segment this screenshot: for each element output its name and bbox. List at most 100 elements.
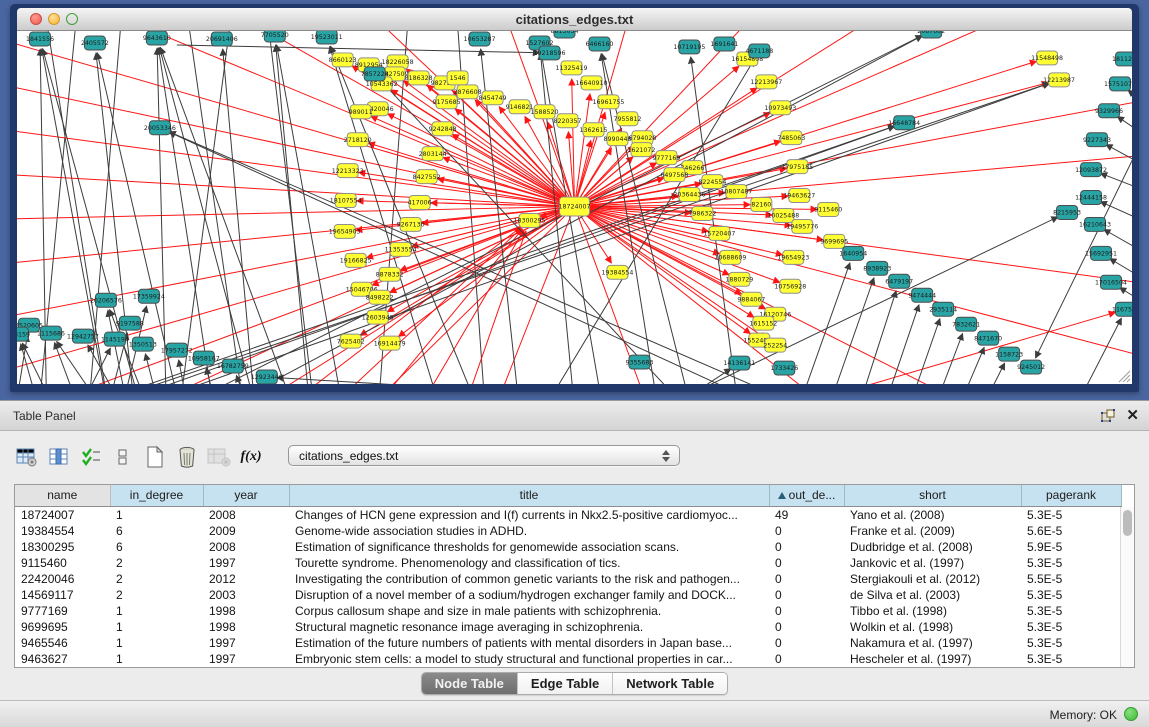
graph-node-label: 9355683 [625,359,653,366]
graph-node-label: 10653287 [464,36,496,43]
graph-node-label: 12213967 [750,79,782,86]
graph-node-label: 1158723 [995,351,1023,358]
table-row[interactable]: 946554611997Estimation of the future num… [15,635,1121,651]
graph-node-label: 8878332 [376,272,404,279]
graph-node-label: 9777169 [652,155,680,162]
graph-node-label: 10025488 [767,213,799,220]
graph-node-label: 20364436 [673,192,705,199]
graph-node-label: 1167530 [1112,306,1132,313]
new-table-button[interactable] [142,445,168,469]
table-row[interactable]: 969969511998Structural magnetic resonanc… [15,619,1121,635]
graph-node-label: 989011 [349,109,373,116]
table-panel-title: Table Panel [13,409,76,423]
scrollbar-thumb[interactable] [1123,510,1132,536]
table-selector-value: citations_edges.txt [289,449,657,463]
graph-node-label: 9884067 [737,296,765,303]
table-row[interactable]: 946362711997Embryonic stem cells: a mode… [15,651,1121,667]
graph-node-label: 2803144 [419,151,447,158]
graph-edge [187,31,247,384]
close-panel-icon[interactable]: ✕ [1126,406,1139,424]
table-row[interactable]: 911546021997Tourette syndrome. Phenomeno… [15,555,1121,571]
graph-node-label: 7857224 [361,71,389,78]
graph-node-label: 12213987 [1043,77,1075,84]
column-header-short[interactable]: short [844,485,1021,506]
tab-network-table[interactable]: Network Table [613,673,727,694]
graph-edge [575,207,1133,371]
graph-edge [1064,318,1121,384]
graph-node-label: 11353554 [385,247,417,254]
graph-edge [277,378,617,384]
column-header-year[interactable]: year [203,485,289,506]
graph-node-label: 19384554 [601,270,633,277]
network-view[interactable]: 1872400786601238912954182260589827509818… [17,31,1132,384]
resize-grip[interactable] [1119,371,1130,382]
table-settings-button[interactable] [14,445,40,469]
sort-ascending-icon [778,492,786,499]
graph-edge [407,230,524,384]
select-columns-button[interactable] [46,445,72,469]
node-table-scrollpane: name in_degree year title out_de... shor… [14,484,1135,668]
function-builder-button[interactable]: f(x) [238,445,264,469]
column-header-pagerank[interactable]: pagerank [1021,485,1121,506]
table-row[interactable]: 1456911722003Disruption of a novel membe… [15,587,1121,603]
graph-edge [197,31,575,207]
float-window-icon[interactable] [1101,409,1115,423]
graph-node-label: 82160 [751,202,771,209]
graph-node-label: 1841556 [26,36,54,43]
graph-node-label: 8224554 [698,179,726,186]
graph-edge [831,278,874,384]
graph-edge [217,207,575,384]
table-row[interactable]: 1938455462009Genome-wide association stu… [15,523,1121,539]
tab-edge-table[interactable]: Edge Table [518,673,613,694]
graph-node-label: 11325419 [556,65,588,72]
graph-node-label: 18300295 [514,218,546,225]
table-row[interactable]: 1872400712008Changes of HCN gene express… [15,506,1121,523]
graph-node-label: 16961755 [593,99,625,106]
graph-edge [532,59,755,384]
select-functions-button[interactable] [78,445,104,469]
graph-node-label: 15751074 [1104,81,1132,88]
graph-edge [1128,90,1132,128]
graph-node-label: 19654903 [329,229,361,236]
graph-node-label: 1691641 [710,41,738,48]
tab-node-table[interactable]: Node Table [422,673,518,694]
graph-node-label: 17359924 [133,293,165,300]
table-row[interactable]: 1830029562008Estimation of significance … [15,539,1121,555]
graph-node-label: 10807487 [720,189,752,196]
vertical-scrollbar[interactable] [1120,507,1134,667]
row-height-button[interactable] [110,445,136,469]
graph-node-label: 18107554 [330,198,362,205]
graph-node-label: 7955812 [613,116,641,123]
graph-node-label: 7832621 [952,321,980,328]
graph-node-label: 20206576 [90,297,122,304]
graph-node-label: 20691406 [206,36,238,43]
graph-node-label: 1733426 [770,365,798,372]
graph-node-label: 16782759 [217,363,249,370]
column-header-out-degree[interactable]: out_de... [769,485,844,506]
graph-edge [57,31,575,207]
graph-node-label: 1880729 [725,276,753,283]
graph-node-label: 6479197 [885,278,913,285]
column-header-in-degree[interactable]: in_degree [110,485,203,506]
graph-node-label: 10958167 [188,355,220,362]
delete-column-button-disabled [206,445,232,469]
table-row[interactable]: 2242004622012Investigating the contribut… [15,571,1121,587]
table-selector-dropdown[interactable]: citations_edges.txt [288,445,680,466]
graph-node-label: 8215953 [1053,210,1081,217]
delete-table-button[interactable] [174,445,200,469]
network-window-title: citations_edges.txt [17,12,1132,27]
graph-node-label: 2935114 [929,306,957,313]
graph-node-label: 9267130 [397,222,425,229]
network-window-titlebar[interactable]: citations_edges.txt [17,8,1132,31]
column-header-title[interactable]: title [289,485,769,506]
network-window: citations_edges.txt 18724007866012389129… [10,4,1139,392]
graph-node-label: 2087682 [917,31,945,35]
graph-node-label: 19166825 [340,258,372,265]
table-row[interactable]: 977716911998Corpus callosum shape and si… [15,603,1121,619]
graph-node-label: 17975185 [781,164,813,171]
column-header-name[interactable]: name [15,485,110,506]
memory-status-label: Memory: OK [1050,708,1117,722]
graph-node-label: 6794028 [628,135,656,142]
table-header-row: name in_degree year title out_de... shor… [15,485,1121,506]
graph-node-label: 18226058 [382,59,414,66]
